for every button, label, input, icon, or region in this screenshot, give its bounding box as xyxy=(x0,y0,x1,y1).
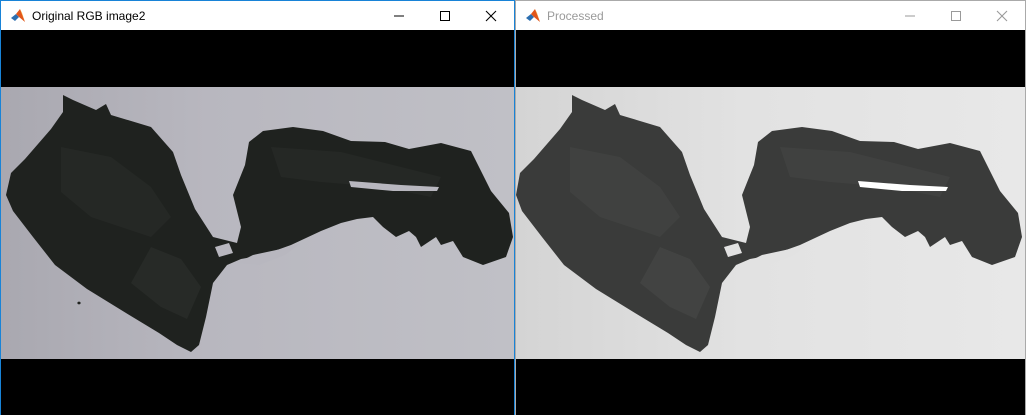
minimize-button[interactable] xyxy=(376,1,422,30)
maximize-button[interactable] xyxy=(933,1,979,30)
object-silhouette xyxy=(6,95,513,352)
original-image xyxy=(1,87,514,359)
maximize-icon xyxy=(440,10,450,21)
matlab-logo-icon xyxy=(11,8,25,22)
maximize-button[interactable] xyxy=(422,1,468,30)
title-bar[interactable]: Original RGB image2 xyxy=(1,1,514,30)
close-button[interactable] xyxy=(468,1,514,30)
window-title: Original RGB image2 xyxy=(32,8,146,23)
object-silhouette xyxy=(516,95,1022,352)
processed-image xyxy=(516,87,1025,359)
figure-background-bottom xyxy=(516,359,1025,415)
processed-image-window[interactable]: Processed xyxy=(515,0,1026,415)
close-icon xyxy=(996,10,1008,21)
figure-background-top xyxy=(1,30,514,87)
original-image-window[interactable]: Original RGB image2 xyxy=(0,0,515,415)
maximize-icon xyxy=(951,10,961,21)
minimize-icon xyxy=(394,15,404,16)
window-title: Processed xyxy=(547,8,604,23)
minimize-button[interactable] xyxy=(887,1,933,30)
matlab-logo-icon xyxy=(526,8,540,22)
figure-background-bottom xyxy=(1,359,514,415)
minimize-icon xyxy=(905,15,915,16)
figure-background-top xyxy=(516,30,1025,87)
title-bar[interactable]: Processed xyxy=(516,1,1025,30)
close-button[interactable] xyxy=(979,1,1025,30)
close-icon xyxy=(485,10,497,21)
